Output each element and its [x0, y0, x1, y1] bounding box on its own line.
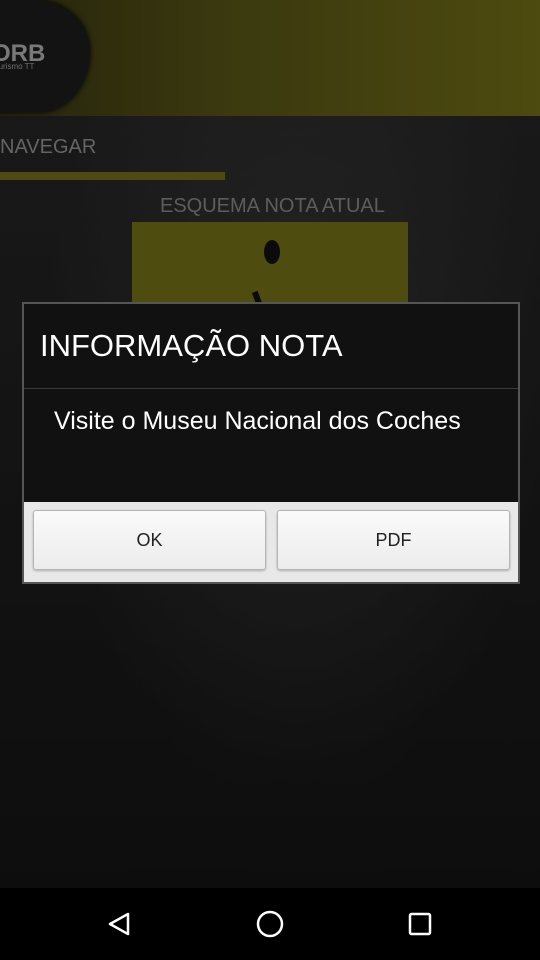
dialog-message: Visite o Museu Nacional dos Coches	[54, 407, 461, 435]
dialog-title: INFORMAÇÃO NOTA	[40, 328, 343, 363]
pdf-button[interactable]: PDF	[277, 510, 510, 570]
system-navigation-bar	[0, 888, 540, 960]
dialog-button-bar: OK PDF	[24, 502, 518, 582]
dialog-divider	[24, 388, 518, 389]
back-icon[interactable]	[104, 908, 136, 940]
recents-icon[interactable]	[404, 908, 436, 940]
ok-button[interactable]: OK	[33, 510, 266, 570]
home-icon[interactable]	[254, 908, 286, 940]
info-dialog: INFORMAÇÃO NOTA Visite o Museu Nacional …	[22, 302, 520, 584]
